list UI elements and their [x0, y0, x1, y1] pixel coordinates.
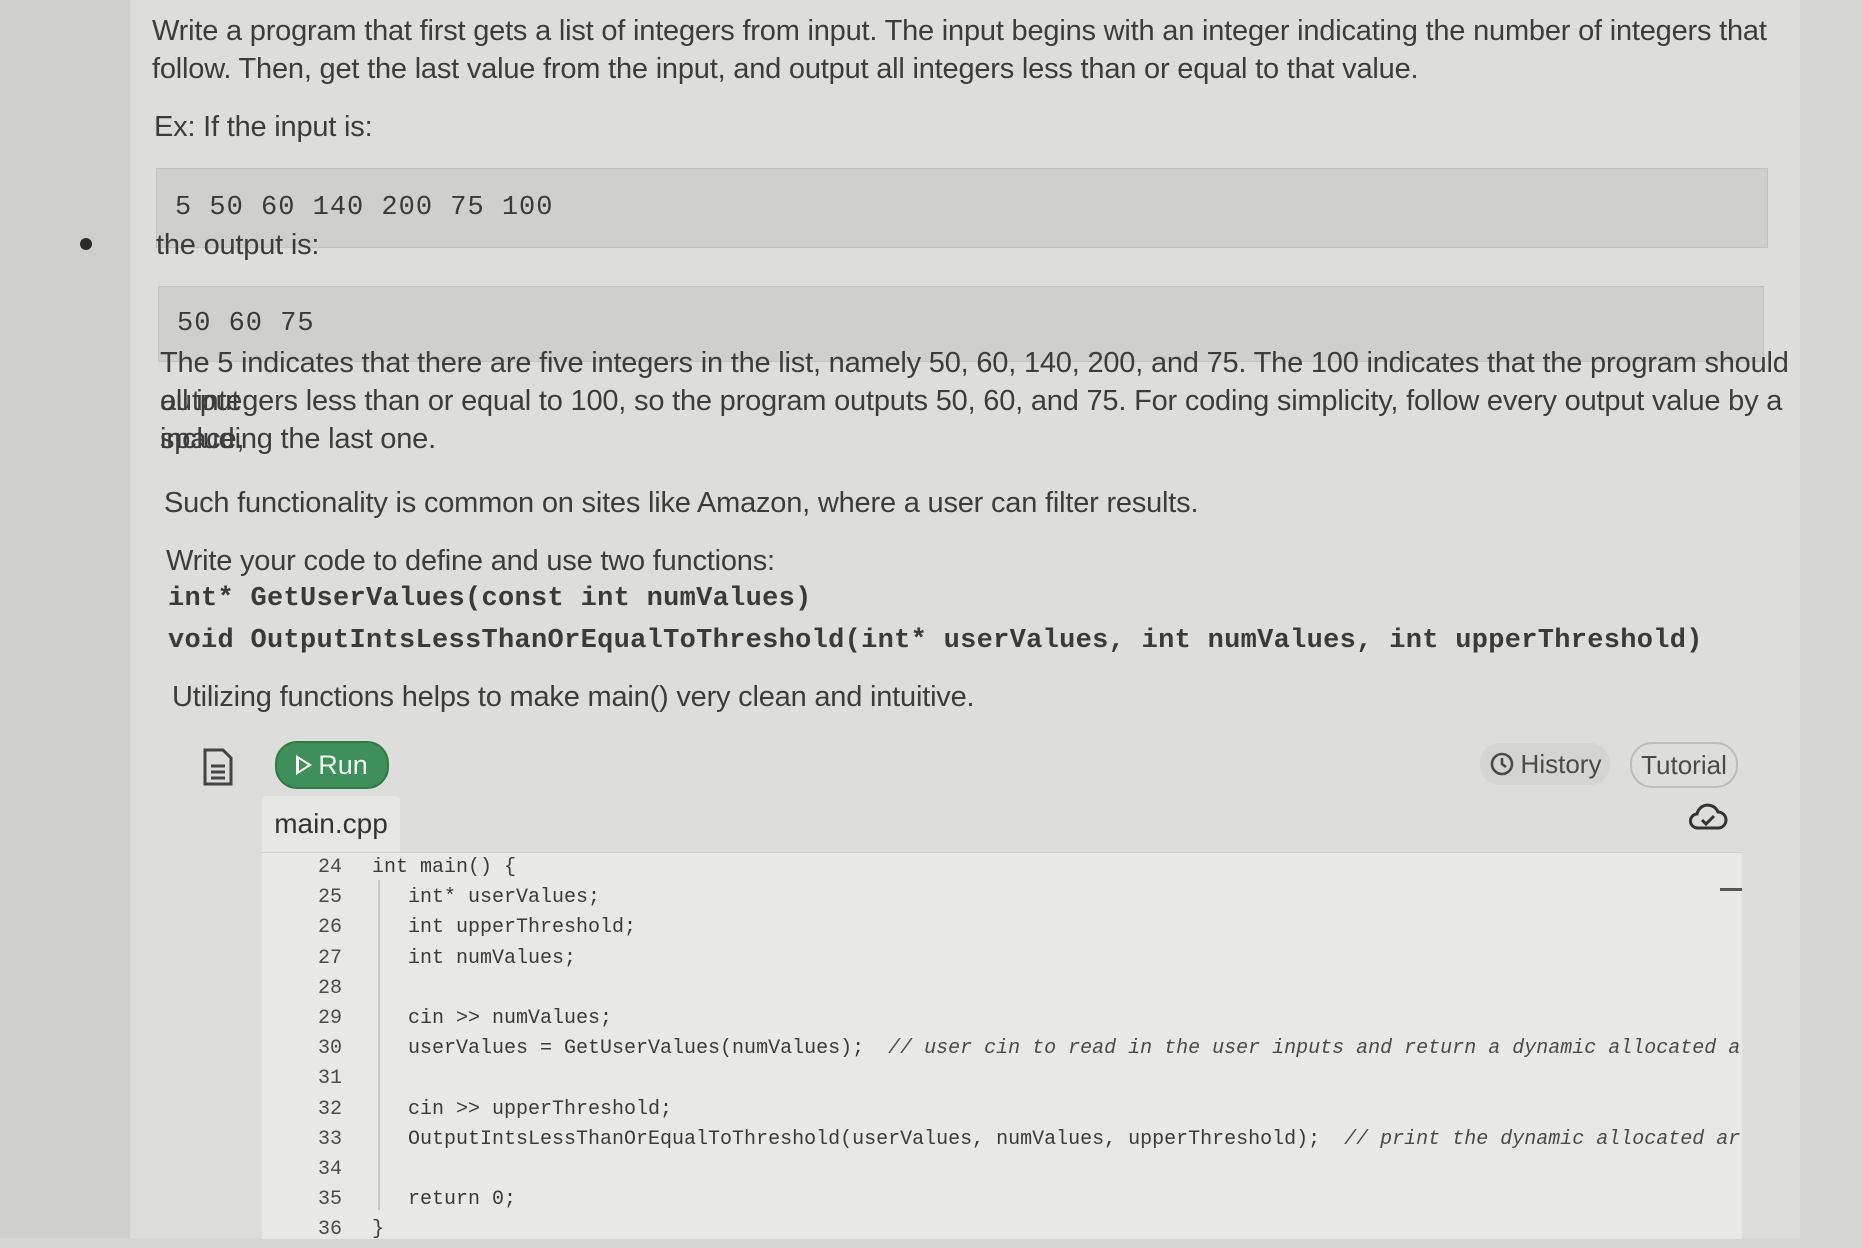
- line-number: 31: [317, 1067, 342, 1091]
- line-number: 33: [317, 1127, 342, 1151]
- function-signature-2: void OutputIntsLessThanOrEqualToThreshol…: [168, 626, 1703, 656]
- code-line[interactable]: 28: [262, 977, 1742, 1007]
- functions-intro: Write your code to define and use two fu…: [166, 545, 775, 577]
- history-icon: [1490, 752, 1513, 776]
- code-line[interactable]: 32 cin >> upperThreshold;: [262, 1098, 1742, 1128]
- play-icon: [296, 755, 313, 775]
- output-label: the output is:: [156, 229, 320, 261]
- function-signature-1: int* GetUserValues(const int numValues): [168, 584, 812, 614]
- cloud-saved-icon: [1689, 803, 1728, 830]
- line-number: 34: [317, 1158, 342, 1181]
- utilizing-line: Utilizing functions helps to make main()…: [172, 681, 975, 713]
- line-code: cin >> numValues;: [372, 1007, 613, 1030]
- example-input: 5 50 60 140 200 75 100: [175, 193, 554, 223]
- code-line[interactable]: 26 int upperThreshold;: [262, 916, 1742, 946]
- line-code: return 0;: [372, 1188, 517, 1212]
- line-code: int upperThreshold;: [372, 916, 637, 940]
- line-number: 30: [317, 1037, 342, 1061]
- tutorial-button[interactable]: Tutorial: [1630, 742, 1738, 788]
- history-label: History: [1520, 748, 1602, 779]
- code-line[interactable]: 30 userValues = GetUserValues(numValues)…: [262, 1037, 1742, 1067]
- code-line[interactable]: 36}: [262, 1218, 1742, 1248]
- run-button[interactable]: Run: [275, 741, 389, 789]
- line-comment: // user cin to read in the user inputs a…: [888, 1037, 1741, 1061]
- code-line[interactable]: 35 return 0;: [262, 1188, 1742, 1218]
- line-code: int main() {: [372, 856, 517, 879]
- example-output: 50 60 75: [177, 309, 315, 339]
- line-code: OutputIntsLessThanOrEqualToThreshold(use…: [372, 1127, 1741, 1151]
- code-line[interactable]: 33 OutputIntsLessThanOrEqualToThreshold(…: [262, 1128, 1742, 1158]
- history-button[interactable]: History: [1480, 743, 1610, 785]
- line-number: 25: [317, 886, 342, 910]
- line-number: 28: [317, 976, 342, 1000]
- line-code: int numValues;: [372, 946, 577, 970]
- intro-line-2: follow. Then, get the last value from th…: [152, 53, 1419, 85]
- line-number: 26: [317, 916, 342, 940]
- intro-line-1: Write a program that first gets a list o…: [152, 15, 1767, 47]
- tutorial-label: Tutorial: [1641, 749, 1727, 780]
- run-label: Run: [318, 749, 368, 780]
- line-number: 24: [317, 856, 342, 879]
- code-line[interactable]: 34: [262, 1158, 1742, 1188]
- left-margin: [0, 0, 130, 1238]
- line-number: 29: [317, 1007, 342, 1030]
- line-number: 35: [317, 1188, 342, 1212]
- file-tab-label: main.cpp: [274, 808, 388, 839]
- amazon-line: Such functionality is common on sites li…: [164, 487, 1199, 519]
- file-tab-main-cpp[interactable]: main.cpp: [262, 796, 400, 852]
- code-line[interactable]: 27 int numValues;: [262, 947, 1742, 977]
- example-label: Ex: If the input is:: [154, 111, 373, 143]
- code-line[interactable]: 25 int* userValues;: [262, 886, 1742, 916]
- line-code: cin >> upperThreshold;: [372, 1097, 673, 1121]
- line-code: userValues = GetUserValues(numValues); /…: [372, 1037, 1741, 1061]
- line-number: 27: [317, 946, 342, 970]
- editor-toolbar: Run History Tutorial: [190, 738, 1750, 794]
- code-line[interactable]: 29 cin >> numValues;: [262, 1007, 1742, 1037]
- explain-line-3: including the last one.: [160, 423, 436, 455]
- line-number: 32: [317, 1097, 342, 1121]
- line-code: int* userValues;: [372, 886, 601, 910]
- bullet-marker: [80, 238, 92, 250]
- example-input-block: 5 50 60 140 200 75 100: [156, 168, 1768, 248]
- code-line[interactable]: 24 int main() {: [262, 856, 1742, 886]
- line-comment: // print the dynamic allocated ar: [1344, 1127, 1741, 1151]
- code-line[interactable]: 31: [262, 1067, 1742, 1097]
- document-icon[interactable]: [202, 748, 234, 786]
